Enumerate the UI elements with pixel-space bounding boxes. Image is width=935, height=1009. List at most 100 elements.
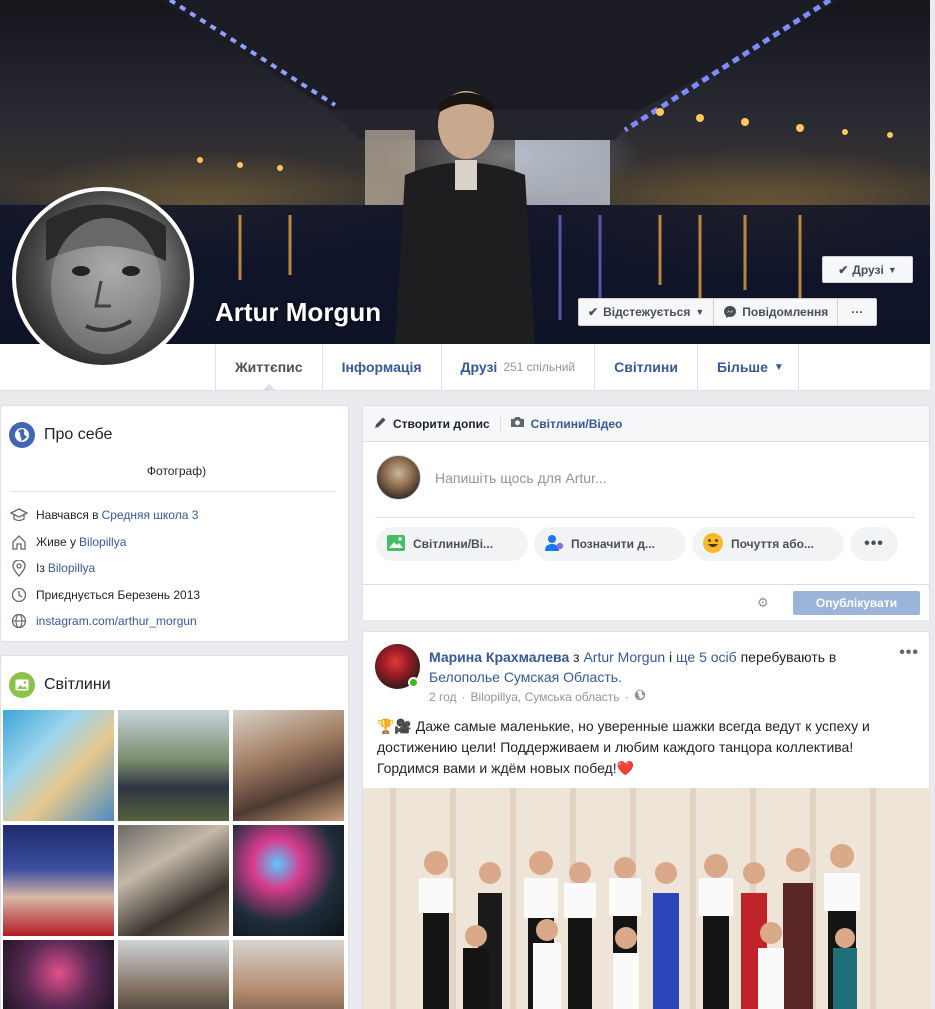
post-composer: Створити допис Світлини/Відео Напишіть щ… (362, 405, 930, 620)
photo-thumbnail[interactable] (118, 825, 229, 936)
tab-label: Інформація (341, 359, 422, 375)
composer-footer: ⚙ Опублікувати (363, 584, 929, 620)
add-photo-label: Світлини/Ві... (413, 537, 494, 551)
mutual-friends-count: 251 спільний (503, 360, 576, 374)
photo-icon (386, 534, 406, 555)
photo-thumbnail[interactable] (3, 710, 114, 821)
profile-actions: ✔ Відстежується ▼ Повідомлення ··· (578, 298, 878, 326)
caret-down-icon: ▼ (887, 264, 897, 275)
check-icon: ✔ (588, 305, 599, 319)
tab-label: Світлини (614, 359, 678, 375)
composer-input-row: Напишіть щось для Artur... (363, 442, 929, 500)
photo-thumbnail[interactable] (233, 940, 344, 1009)
globe-icon (9, 612, 28, 631)
photo-thumbnail[interactable] (233, 710, 344, 821)
tab-label: Більше (716, 359, 768, 375)
location-pin-icon (9, 559, 28, 578)
place-link[interactable]: Белополье Сумская Область. (429, 669, 622, 685)
post-options-icon[interactable]: ••• (899, 644, 919, 662)
message-button[interactable]: Повідомлення (714, 299, 839, 325)
more-dots-icon: ••• (864, 535, 884, 552)
create-post-label: Створити допис (393, 416, 490, 431)
add-photo-button[interactable]: Світлини/Ві... (376, 527, 528, 561)
tab-about[interactable]: Інформація (323, 344, 442, 390)
post-meta: 2 год · Bilopillya, Сумська область · (429, 689, 889, 704)
messenger-icon (724, 306, 737, 318)
info-education: Навчався в Средняя школа 3 (9, 502, 340, 529)
profile-name[interactable]: Artur Morgun (215, 297, 381, 328)
composer-tabs: Створити допис Світлини/Відео (363, 406, 929, 442)
hometown-link[interactable]: Bilopillya (48, 561, 95, 575)
photos-header[interactable]: Світлини (1, 656, 348, 698)
composer-input[interactable]: Напишіть щось для Artur... (435, 470, 607, 486)
info-joined: Приєднується Березень 2013 (9, 582, 340, 609)
avatar-portrait (46, 204, 166, 354)
info-lives-in: Живе у Bilopillya (9, 529, 340, 556)
following-button-label: Відстежується (603, 305, 691, 319)
tab-photos[interactable]: Світлини (595, 344, 698, 390)
pencil-icon (374, 416, 387, 432)
feeling-activity-label: Почуття або... (731, 537, 814, 551)
about-card: Про себе Фотограф) Навчався в Средняя шк… (0, 405, 349, 642)
feeling-activity-button[interactable]: Почуття або... (692, 527, 844, 561)
info-text: Навчався в (36, 508, 99, 523)
photo-grid (3, 710, 344, 1009)
friends-button[interactable]: ✔ Друзі ▼ (822, 256, 913, 283)
author-link[interactable]: Марина Крахмалева (429, 649, 569, 665)
tag-friends-label: Позначити д... (571, 537, 655, 551)
current-city-link[interactable]: Bilopillya (79, 535, 126, 549)
post-headline-text: з (569, 649, 584, 665)
photo-video-tab[interactable]: Світлини/Відео (510, 416, 633, 431)
create-post-tab[interactable]: Створити допис (374, 415, 501, 432)
online-status-icon (408, 677, 419, 688)
post-photo[interactable] (363, 788, 931, 1009)
meta-separator: · (461, 689, 466, 704)
photos-title: Світлини (44, 676, 111, 693)
tab-more[interactable]: Більше ▼ (698, 344, 799, 390)
feed-post: Марина Крахмалева з Artur Morgun і ще 5 … (362, 631, 931, 1009)
author-avatar[interactable] (375, 644, 420, 689)
post-body: 🏆🎥 Даже самые маленькие, но уверенные ша… (377, 718, 870, 776)
info-text: Живе у (36, 534, 77, 549)
home-icon (9, 532, 28, 551)
post-header: Марина Крахмалева з Artur Morgun і ще 5 … (363, 632, 929, 704)
check-icon: ✔ (838, 262, 849, 277)
school-link[interactable]: Средняя школа 3 (102, 508, 199, 522)
instagram-link[interactable]: instagram.com/arthur_morgun (36, 614, 197, 628)
profile-avatar[interactable] (12, 187, 194, 369)
others-link[interactable]: ще 5 осіб (676, 649, 737, 665)
photo-thumbnail[interactable] (118, 940, 229, 1009)
photo-thumbnail[interactable] (118, 710, 229, 821)
tab-timeline[interactable]: Життєпис (216, 344, 323, 391)
tagged-user-link[interactable]: Artur Morgun (583, 649, 665, 665)
composer-options: Світлини/Ві... Позначити д... Почуття аб… (363, 518, 929, 561)
education-icon (9, 506, 28, 525)
info-hometown: Із Bilopillya (9, 555, 340, 582)
audience-globe-icon[interactable] (634, 689, 646, 704)
tag-friends-button[interactable]: Позначити д... (534, 527, 686, 561)
gear-icon[interactable]: ⚙ (757, 595, 769, 611)
tab-label: Життєпис (235, 359, 303, 375)
more-options-button[interactable]: ··· (838, 299, 876, 325)
meta-separator: · (624, 689, 629, 704)
post-timestamp[interactable]: 2 год (429, 690, 457, 704)
photo-icon (9, 672, 35, 698)
about-header: Про себе (1, 406, 348, 448)
smiley-icon (702, 532, 724, 557)
tab-friends[interactable]: Друзі 251 спільний (442, 344, 596, 390)
about-list: Навчався в Средняя школа 3 Живе у Bilopi… (1, 492, 348, 635)
photos-card: Світлини (0, 655, 349, 1009)
more-options-button[interactable]: ••• (850, 527, 898, 561)
info-website: instagram.com/arthur_morgun (9, 608, 340, 635)
viewer-avatar (376, 455, 421, 500)
post-headline: Марина Крахмалева з Artur Morgun і ще 5 … (429, 647, 889, 687)
more-dots-icon: ··· (851, 305, 864, 319)
following-button[interactable]: ✔ Відстежується ▼ (579, 299, 715, 325)
photo-thumbnail[interactable] (3, 825, 114, 936)
photo-thumbnail[interactable] (3, 940, 114, 1009)
post-headline-text: і (665, 649, 677, 665)
message-button-label: Повідомлення (742, 305, 829, 319)
post-location[interactable]: Bilopillya, Сумська область (471, 690, 620, 704)
photo-thumbnail[interactable] (233, 825, 344, 936)
publish-button[interactable]: Опублікувати (793, 591, 920, 615)
